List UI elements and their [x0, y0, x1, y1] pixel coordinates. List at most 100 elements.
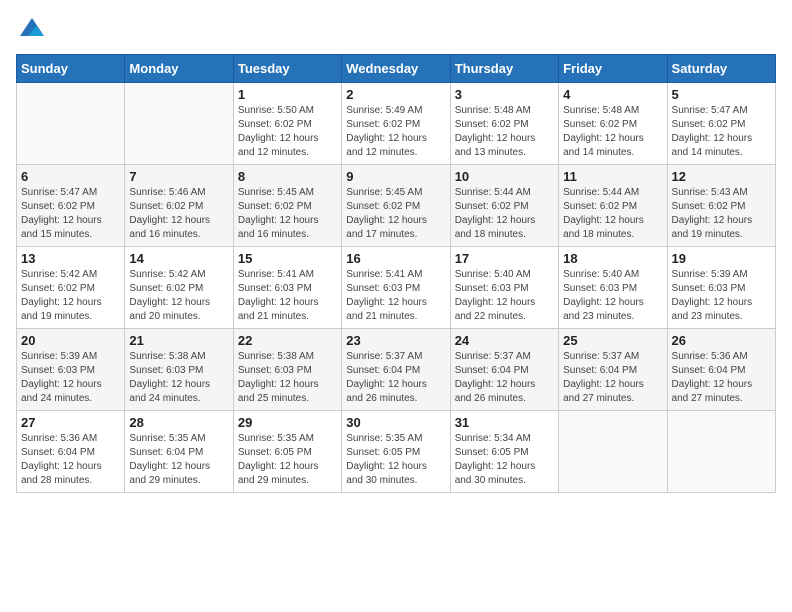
- day-number: 24: [455, 333, 554, 348]
- calendar-cell: 8 Sunrise: 5:45 AM Sunset: 6:02 PM Daylig…: [233, 165, 341, 247]
- day-info: Sunrise: 5:42 AM Sunset: 6:02 PM Dayligh…: [21, 268, 120, 324]
- calendar-cell: 13 Sunrise: 5:42 AM Sunset: 6:02 PM Dayli…: [17, 247, 125, 329]
- day-info: Sunrise: 5:46 AM Sunset: 6:02 PM Dayligh…: [129, 186, 228, 242]
- day-info: Sunrise: 5:41 AM Sunset: 6:03 PM Dayligh…: [346, 268, 445, 324]
- day-info: Sunrise: 5:45 AM Sunset: 6:02 PM Dayligh…: [346, 186, 445, 242]
- day-info: Sunrise: 5:36 AM Sunset: 6:04 PM Dayligh…: [21, 432, 120, 488]
- day-number: 3: [455, 87, 554, 102]
- logo-icon: [18, 16, 46, 44]
- day-number: 4: [563, 87, 662, 102]
- col-header-saturday: Saturday: [667, 55, 775, 83]
- day-info: Sunrise: 5:39 AM Sunset: 6:03 PM Dayligh…: [21, 350, 120, 406]
- calendar-cell: 10 Sunrise: 5:44 AM Sunset: 6:02 PM Dayli…: [450, 165, 558, 247]
- day-number: 30: [346, 415, 445, 430]
- calendar-week-2: 6 Sunrise: 5:47 AM Sunset: 6:02 PM Daylig…: [17, 165, 776, 247]
- calendar-cell: 30 Sunrise: 5:35 AM Sunset: 6:05 PM Dayli…: [342, 411, 450, 493]
- day-info: Sunrise: 5:39 AM Sunset: 6:03 PM Dayligh…: [672, 268, 771, 324]
- day-info: Sunrise: 5:44 AM Sunset: 6:02 PM Dayligh…: [563, 186, 662, 242]
- day-info: Sunrise: 5:35 AM Sunset: 6:05 PM Dayligh…: [346, 432, 445, 488]
- calendar-week-4: 20Sunrise: 5:39 AM Sunset: 6:03 PM Dayli…: [17, 329, 776, 411]
- col-header-monday: Monday: [125, 55, 233, 83]
- calendar-cell: 15 Sunrise: 5:41 AM Sunset: 6:03 PM Dayli…: [233, 247, 341, 329]
- day-number: 26: [672, 333, 771, 348]
- day-number: 14: [129, 251, 228, 266]
- day-info: Sunrise: 5:50 AM Sunset: 6:02 PM Dayligh…: [238, 104, 337, 160]
- calendar-cell: 25Sunrise: 5:37 AM Sunset: 6:04 PM Dayli…: [559, 329, 667, 411]
- calendar-week-3: 13 Sunrise: 5:42 AM Sunset: 6:02 PM Dayli…: [17, 247, 776, 329]
- day-number: 29: [238, 415, 337, 430]
- day-info: Sunrise: 5:48 AM Sunset: 6:02 PM Dayligh…: [455, 104, 554, 160]
- calendar-cell: 3 Sunrise: 5:48 AM Sunset: 6:02 PM Daylig…: [450, 83, 558, 165]
- day-number: 12: [672, 169, 771, 184]
- day-number: 18: [563, 251, 662, 266]
- day-number: 2: [346, 87, 445, 102]
- day-number: 19: [672, 251, 771, 266]
- calendar-cell: 6 Sunrise: 5:47 AM Sunset: 6:02 PM Daylig…: [17, 165, 125, 247]
- day-info: Sunrise: 5:42 AM Sunset: 6:02 PM Dayligh…: [129, 268, 228, 324]
- calendar-cell: 26Sunrise: 5:36 AM Sunset: 6:04 PM Dayli…: [667, 329, 775, 411]
- day-number: 23: [346, 333, 445, 348]
- calendar-week-5: 27 Sunrise: 5:36 AM Sunset: 6:04 PM Dayli…: [17, 411, 776, 493]
- day-number: 7: [129, 169, 228, 184]
- day-info: Sunrise: 5:38 AM Sunset: 6:03 PM Dayligh…: [238, 350, 337, 406]
- calendar-cell: 1 Sunrise: 5:50 AM Sunset: 6:02 PM Daylig…: [233, 83, 341, 165]
- calendar-cell: 29Sunrise: 5:35 AM Sunset: 6:05 PM Dayli…: [233, 411, 341, 493]
- day-info: Sunrise: 5:40 AM Sunset: 6:03 PM Dayligh…: [563, 268, 662, 324]
- day-number: 10: [455, 169, 554, 184]
- col-header-thursday: Thursday: [450, 55, 558, 83]
- calendar-cell: 5Sunrise: 5:47 AM Sunset: 6:02 PM Daylig…: [667, 83, 775, 165]
- calendar-cell: 4 Sunrise: 5:48 AM Sunset: 6:02 PM Daylig…: [559, 83, 667, 165]
- day-info: Sunrise: 5:37 AM Sunset: 6:04 PM Dayligh…: [455, 350, 554, 406]
- col-header-friday: Friday: [559, 55, 667, 83]
- col-header-wednesday: Wednesday: [342, 55, 450, 83]
- calendar-cell: 19 Sunrise: 5:39 AM Sunset: 6:03 PM Dayli…: [667, 247, 775, 329]
- day-number: 8: [238, 169, 337, 184]
- day-number: 9: [346, 169, 445, 184]
- day-info: Sunrise: 5:37 AM Sunset: 6:04 PM Dayligh…: [346, 350, 445, 406]
- day-info: Sunrise: 5:43 AM Sunset: 6:02 PM Dayligh…: [672, 186, 771, 242]
- calendar-cell: 27 Sunrise: 5:36 AM Sunset: 6:04 PM Dayli…: [17, 411, 125, 493]
- calendar-header: SundayMondayTuesdayWednesdayThursdayFrid…: [17, 55, 776, 83]
- day-number: 21: [129, 333, 228, 348]
- calendar-cell: 22 Sunrise: 5:38 AM Sunset: 6:03 PM Dayli…: [233, 329, 341, 411]
- day-info: Sunrise: 5:38 AM Sunset: 6:03 PM Dayligh…: [129, 350, 228, 406]
- calendar-cell: 28Sunrise: 5:35 AM Sunset: 6:04 PM Dayli…: [125, 411, 233, 493]
- day-number: 1: [238, 87, 337, 102]
- calendar-cell: 23 Sunrise: 5:37 AM Sunset: 6:04 PM Dayli…: [342, 329, 450, 411]
- day-number: 13: [21, 251, 120, 266]
- calendar-cell: 24 Sunrise: 5:37 AM Sunset: 6:04 PM Dayli…: [450, 329, 558, 411]
- calendar-week-1: 1 Sunrise: 5:50 AM Sunset: 6:02 PM Daylig…: [17, 83, 776, 165]
- calendar-cell: 17Sunrise: 5:40 AM Sunset: 6:03 PM Dayli…: [450, 247, 558, 329]
- calendar-cell: 7 Sunrise: 5:46 AM Sunset: 6:02 PM Daylig…: [125, 165, 233, 247]
- day-number: 6: [21, 169, 120, 184]
- calendar-cell: [667, 411, 775, 493]
- col-header-sunday: Sunday: [17, 55, 125, 83]
- day-info: Sunrise: 5:49 AM Sunset: 6:02 PM Dayligh…: [346, 104, 445, 160]
- day-number: 31: [455, 415, 554, 430]
- calendar-cell: 20Sunrise: 5:39 AM Sunset: 6:03 PM Dayli…: [17, 329, 125, 411]
- calendar-cell: 21 Sunrise: 5:38 AM Sunset: 6:03 PM Dayli…: [125, 329, 233, 411]
- day-info: Sunrise: 5:47 AM Sunset: 6:02 PM Dayligh…: [21, 186, 120, 242]
- day-number: 27: [21, 415, 120, 430]
- day-number: 15: [238, 251, 337, 266]
- calendar-table: SundayMondayTuesdayWednesdayThursdayFrid…: [16, 54, 776, 493]
- day-info: Sunrise: 5:34 AM Sunset: 6:05 PM Dayligh…: [455, 432, 554, 488]
- calendar-cell: 18 Sunrise: 5:40 AM Sunset: 6:03 PM Dayli…: [559, 247, 667, 329]
- calendar-cell: 9 Sunrise: 5:45 AM Sunset: 6:02 PM Daylig…: [342, 165, 450, 247]
- calendar-cell: 16 Sunrise: 5:41 AM Sunset: 6:03 PM Dayli…: [342, 247, 450, 329]
- day-number: 28: [129, 415, 228, 430]
- day-info: Sunrise: 5:37 AM Sunset: 6:04 PM Dayligh…: [563, 350, 662, 406]
- day-number: 22: [238, 333, 337, 348]
- calendar-cell: 31 Sunrise: 5:34 AM Sunset: 6:05 PM Dayli…: [450, 411, 558, 493]
- calendar-cell: 11Sunrise: 5:44 AM Sunset: 6:02 PM Dayli…: [559, 165, 667, 247]
- day-info: Sunrise: 5:48 AM Sunset: 6:02 PM Dayligh…: [563, 104, 662, 160]
- day-number: 5: [672, 87, 771, 102]
- calendar-cell: 12 Sunrise: 5:43 AM Sunset: 6:02 PM Dayli…: [667, 165, 775, 247]
- day-info: Sunrise: 5:44 AM Sunset: 6:02 PM Dayligh…: [455, 186, 554, 242]
- day-info: Sunrise: 5:45 AM Sunset: 6:02 PM Dayligh…: [238, 186, 337, 242]
- calendar-cell: 14 Sunrise: 5:42 AM Sunset: 6:02 PM Dayli…: [125, 247, 233, 329]
- calendar-cell: 2 Sunrise: 5:49 AM Sunset: 6:02 PM Daylig…: [342, 83, 450, 165]
- day-info: Sunrise: 5:41 AM Sunset: 6:03 PM Dayligh…: [238, 268, 337, 324]
- calendar-cell: [125, 83, 233, 165]
- day-number: 16: [346, 251, 445, 266]
